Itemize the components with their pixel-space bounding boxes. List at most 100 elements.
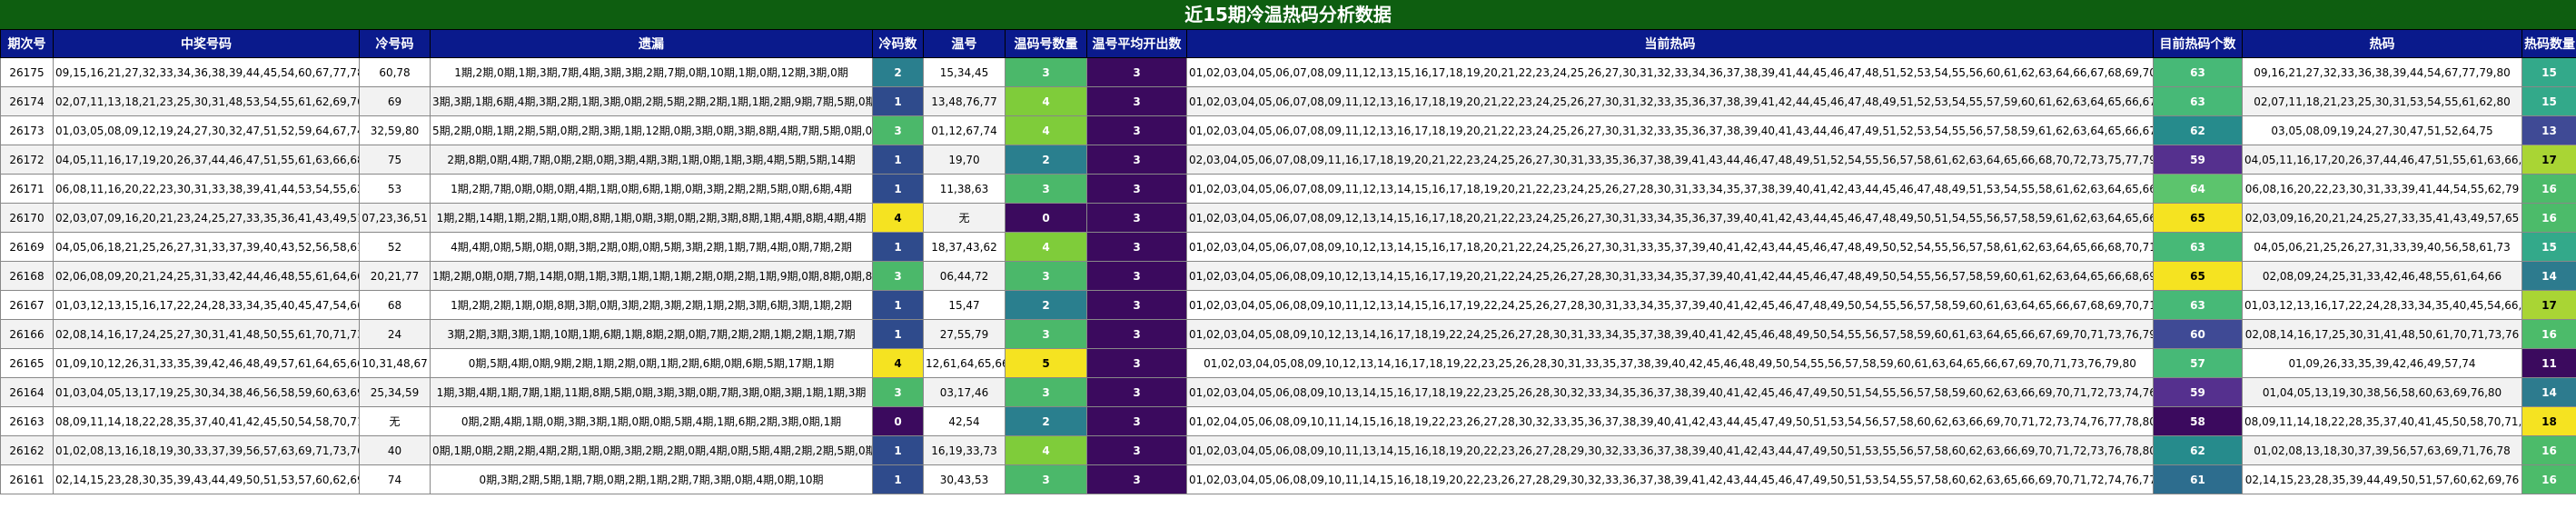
hot-num-cell: 18: [2522, 406, 2576, 436]
table-row: 26164 01,03,04,05,13,17,19,25,30,34,38,46…: [0, 377, 2576, 407]
miss-cell: 0期,2期,4期,1期,0期,3期,3期,1期,0期,0期,5期,4期,1期,6…: [430, 406, 873, 436]
miss-cell: 1期,2期,0期,0期,7期,14期,0期,1期,3期,1期,1期,1期,2期,…: [430, 261, 873, 291]
cold-numbers-cell: 20,21,77: [359, 261, 431, 291]
issue-cell: 26164: [0, 377, 54, 407]
table-row: 26173 01,03,05,08,09,12,19,24,27,30,32,47…: [0, 115, 2576, 145]
cold-numbers-cell: 68: [359, 290, 431, 320]
miss-cell: 4期,4期,0期,5期,0期,0期,3期,2期,0期,0期,5期,3期,2期,1…: [430, 232, 873, 262]
issue-cell: 26165: [0, 348, 54, 378]
miss-cell: 3期,3期,1期,6期,4期,3期,2期,1期,3期,0期,2期,5期,2期,2…: [430, 86, 873, 116]
hot-count-cell: 62: [2153, 435, 2243, 465]
winning-numbers-cell: 08,09,11,14,18,22,28,35,37,40,41,42,45,5…: [53, 406, 360, 436]
warm-avg-cell: 3: [1086, 261, 1187, 291]
hot-count-cell: 62: [2153, 115, 2243, 145]
table-row: 26168 02,06,08,09,20,21,24,25,31,33,42,44…: [0, 261, 2576, 291]
winning-numbers-cell: 04,05,11,16,17,19,20,26,37,44,46,47,51,5…: [53, 145, 360, 175]
warm-numbers-cell: 15,47: [923, 290, 1006, 320]
cold-count-cell: 3: [872, 377, 924, 407]
table-row: 26161 02,14,15,23,28,30,35,39,43,44,49,50…: [0, 464, 2576, 494]
warm-numbers-cell: 19,70: [923, 145, 1006, 175]
cold-numbers-cell: 74: [359, 464, 431, 494]
winning-numbers-cell: 01,03,05,08,09,12,19,24,27,30,32,47,51,5…: [53, 115, 360, 145]
cold-count-cell: 1: [872, 174, 924, 204]
hot-count-cell: 63: [2153, 290, 2243, 320]
cold-numbers-cell: 69: [359, 86, 431, 116]
hot-num-cell: 15: [2522, 232, 2576, 262]
hot-count-cell: 61: [2153, 464, 2243, 494]
cold-count-cell: 3: [872, 261, 924, 291]
warm-numbers-cell: 03,17,46: [923, 377, 1006, 407]
hot-count-cell: 63: [2153, 86, 2243, 116]
hot-num-cell: 14: [2522, 377, 2576, 407]
cold-count-cell: 1: [872, 145, 924, 175]
miss-cell: 1期,3期,4期,1期,7期,1期,11期,8期,5期,0期,3期,3期,0期,…: [430, 377, 873, 407]
winning-numbers-cell: 09,15,16,21,27,32,33,34,36,38,39,44,45,5…: [53, 57, 360, 87]
column-header: 目前热码个数: [2153, 29, 2243, 58]
current-hot-cell: 01,02,03,04,05,06,08,09,10,13,14,15,16,1…: [1186, 377, 2154, 407]
winning-numbers-cell: 01,03,12,13,15,16,17,22,24,28,33,34,35,4…: [53, 290, 360, 320]
hot-num-cell: 16: [2522, 435, 2576, 465]
issue-cell: 26166: [0, 319, 54, 349]
table-row: 26166 02,08,14,16,17,24,25,27,30,31,41,48…: [0, 319, 2576, 349]
cold-numbers-cell: 52: [359, 232, 431, 262]
warm-count-cell: 2: [1005, 145, 1087, 175]
warm-numbers-cell: 15,34,45: [923, 57, 1006, 87]
current-hot-cell: 01,02,03,04,05,08,09,10,12,13,14,16,17,1…: [1186, 348, 2154, 378]
table-row: 26162 01,02,08,13,16,18,19,30,33,37,39,56…: [0, 435, 2576, 465]
hot-numbers-cell: 02,07,11,18,21,23,25,30,31,53,54,55,61,6…: [2242, 86, 2522, 116]
hot-numbers-cell: 01,09,26,33,35,39,42,46,49,57,74: [2242, 348, 2522, 378]
warm-numbers-cell: 12,61,64,65,66: [923, 348, 1006, 378]
warm-avg-cell: 3: [1086, 115, 1187, 145]
cold-count-cell: 1: [872, 232, 924, 262]
warm-count-cell: 0: [1005, 203, 1087, 233]
warm-numbers-cell: 01,12,67,74: [923, 115, 1006, 145]
winning-numbers-cell: 06,08,11,16,20,22,23,30,31,33,38,39,41,4…: [53, 174, 360, 204]
warm-count-cell: 3: [1005, 57, 1087, 87]
hot-num-cell: 11: [2522, 348, 2576, 378]
miss-cell: 3期,2期,3期,3期,1期,10期,1期,6期,1期,8期,2期,0期,7期,…: [430, 319, 873, 349]
hot-num-cell: 15: [2522, 57, 2576, 87]
warm-numbers-cell: 18,37,43,62: [923, 232, 1006, 262]
hot-numbers-cell: 01,02,08,13,18,30,37,39,56,57,63,69,71,7…: [2242, 435, 2522, 465]
cold-count-cell: 3: [872, 115, 924, 145]
hot-count-cell: 64: [2153, 174, 2243, 204]
hot-numbers-cell: 04,05,11,16,17,20,26,37,44,46,47,51,55,6…: [2242, 145, 2522, 175]
column-header: 温号: [923, 29, 1006, 58]
current-hot-cell: 01,02,03,04,05,06,07,08,09,11,12,13,16,1…: [1186, 86, 2154, 116]
miss-cell: 1期,2期,0期,1期,3期,7期,4期,3期,3期,2期,7期,0期,10期,…: [430, 57, 873, 87]
cold-count-cell: 4: [872, 348, 924, 378]
current-hot-cell: 01,02,03,04,05,06,08,09,10,11,13,14,15,1…: [1186, 435, 2154, 465]
warm-numbers-cell: 13,48,76,77: [923, 86, 1006, 116]
hot-count-cell: 60: [2153, 319, 2243, 349]
issue-cell: 26173: [0, 115, 54, 145]
winning-numbers-cell: 01,02,08,13,16,18,19,30,33,37,39,56,57,6…: [53, 435, 360, 465]
miss-cell: 1期,2期,2期,1期,0期,8期,3期,0期,3期,2期,3期,2期,1期,2…: [430, 290, 873, 320]
cold-numbers-cell: 53: [359, 174, 431, 204]
current-hot-cell: 01,02,03,04,05,06,07,08,09,11,12,13,14,1…: [1186, 174, 2154, 204]
hot-num-cell: 16: [2522, 203, 2576, 233]
cold-count-cell: 1: [872, 464, 924, 494]
warm-avg-cell: 3: [1086, 232, 1187, 262]
warm-numbers-cell: 30,43,53: [923, 464, 1006, 494]
winning-numbers-cell: 02,03,07,09,16,20,21,23,24,25,27,33,35,3…: [53, 203, 360, 233]
table-row: 26174 02,07,11,13,18,21,23,25,30,31,48,53…: [0, 86, 2576, 116]
warm-avg-cell: 3: [1086, 145, 1187, 175]
hot-count-cell: 63: [2153, 57, 2243, 87]
table-row: 26171 06,08,11,16,20,22,23,30,31,33,38,39…: [0, 174, 2576, 204]
hot-count-cell: 59: [2153, 377, 2243, 407]
cold-count-cell: 0: [872, 406, 924, 436]
issue-cell: 26169: [0, 232, 54, 262]
warm-avg-cell: 3: [1086, 435, 1187, 465]
miss-cell: 0期,1期,0期,2期,2期,4期,2期,1期,0期,3期,2期,2期,0期,4…: [430, 435, 873, 465]
hot-count-cell: 59: [2153, 145, 2243, 175]
hot-count-cell: 65: [2153, 261, 2243, 291]
hot-count-cell: 57: [2153, 348, 2243, 378]
issue-cell: 26168: [0, 261, 54, 291]
hot-count-cell: 58: [2153, 406, 2243, 436]
miss-cell: 1期,2期,7期,0期,0期,0期,4期,1期,0期,6期,1期,0期,3期,2…: [430, 174, 873, 204]
warm-count-cell: 4: [1005, 115, 1087, 145]
warm-avg-cell: 3: [1086, 319, 1187, 349]
hot-numbers-cell: 02,08,09,24,25,31,33,42,46,48,55,61,64,6…: [2242, 261, 2522, 291]
warm-numbers-cell: 11,38,63: [923, 174, 1006, 204]
table-row: 26167 01,03,12,13,15,16,17,22,24,28,33,34…: [0, 290, 2576, 320]
